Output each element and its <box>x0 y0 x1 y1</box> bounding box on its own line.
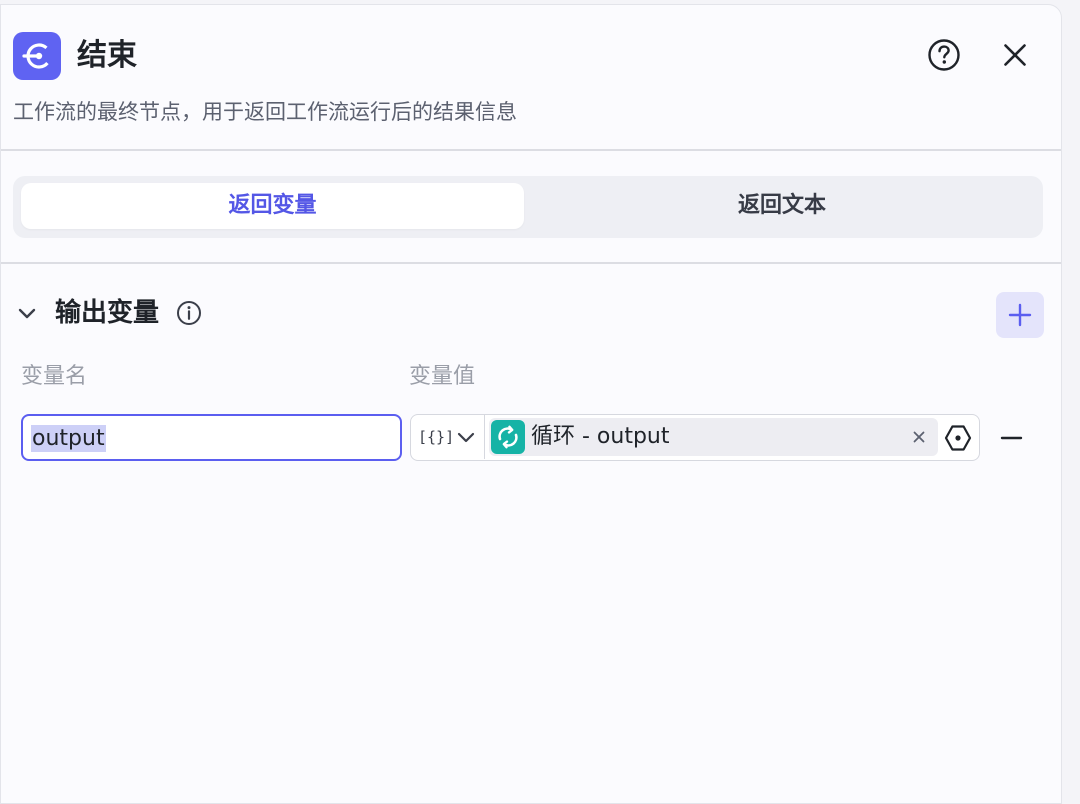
info-button[interactable] <box>175 299 203 327</box>
tab-return-variable[interactable]: 返回变量 <box>21 183 524 229</box>
variable-reference-button[interactable] <box>943 423 973 453</box>
node-description: 工作流的最终节点，用于返回工作流运行后的结果信息 <box>13 100 517 124</box>
close-button[interactable] <box>995 35 1035 75</box>
chevron-down-icon <box>18 308 36 319</box>
divider <box>1 149 1061 151</box>
close-icon <box>913 431 925 443</box>
variable-name-value: output <box>31 425 106 452</box>
question-circle-icon <box>928 39 960 71</box>
loop-icon <box>491 420 525 454</box>
close-icon <box>1004 44 1026 66</box>
panel-header: 结束 工作流的最终节点，用于返回工作流运行后的结果信息 <box>1 5 1061 150</box>
plus-icon <box>1008 303 1032 327</box>
remove-variable-button[interactable] <box>996 423 1028 453</box>
section-title: 输出变量 <box>55 298 160 328</box>
type-selector[interactable]: [{}] <box>411 415 484 459</box>
variable-name-input[interactable]: output <box>21 414 402 461</box>
column-header-value: 变量值 <box>409 364 476 389</box>
info-icon <box>177 301 201 325</box>
divider <box>484 415 485 459</box>
minus-icon <box>1000 436 1023 440</box>
type-symbol: [{}] <box>418 428 455 446</box>
reference-label: 循环 - output <box>531 424 670 449</box>
variable-value-field: [{}] 循环 - output <box>410 414 980 461</box>
column-header-name: 变量名 <box>21 364 88 389</box>
hexagon-icon <box>944 425 972 451</box>
tab-return-text[interactable]: 返回文本 <box>528 183 1036 229</box>
divider <box>1 262 1061 264</box>
clear-reference-button[interactable] <box>909 427 929 447</box>
add-variable-button[interactable] <box>996 292 1044 338</box>
tab-switcher: 返回变量 返回文本 <box>13 176 1043 238</box>
collapse-toggle[interactable] <box>13 299 41 327</box>
help-button[interactable] <box>924 35 964 75</box>
end-node-icon <box>13 32 61 80</box>
end-node-panel: 结束 工作流的最终节点，用于返回工作流运行后的结果信息 返回变量 返回文本 输出… <box>0 4 1062 804</box>
reference-tag[interactable]: 循环 - output <box>489 418 938 456</box>
node-title: 结束 <box>77 38 137 73</box>
chevron-down-icon <box>457 432 475 443</box>
